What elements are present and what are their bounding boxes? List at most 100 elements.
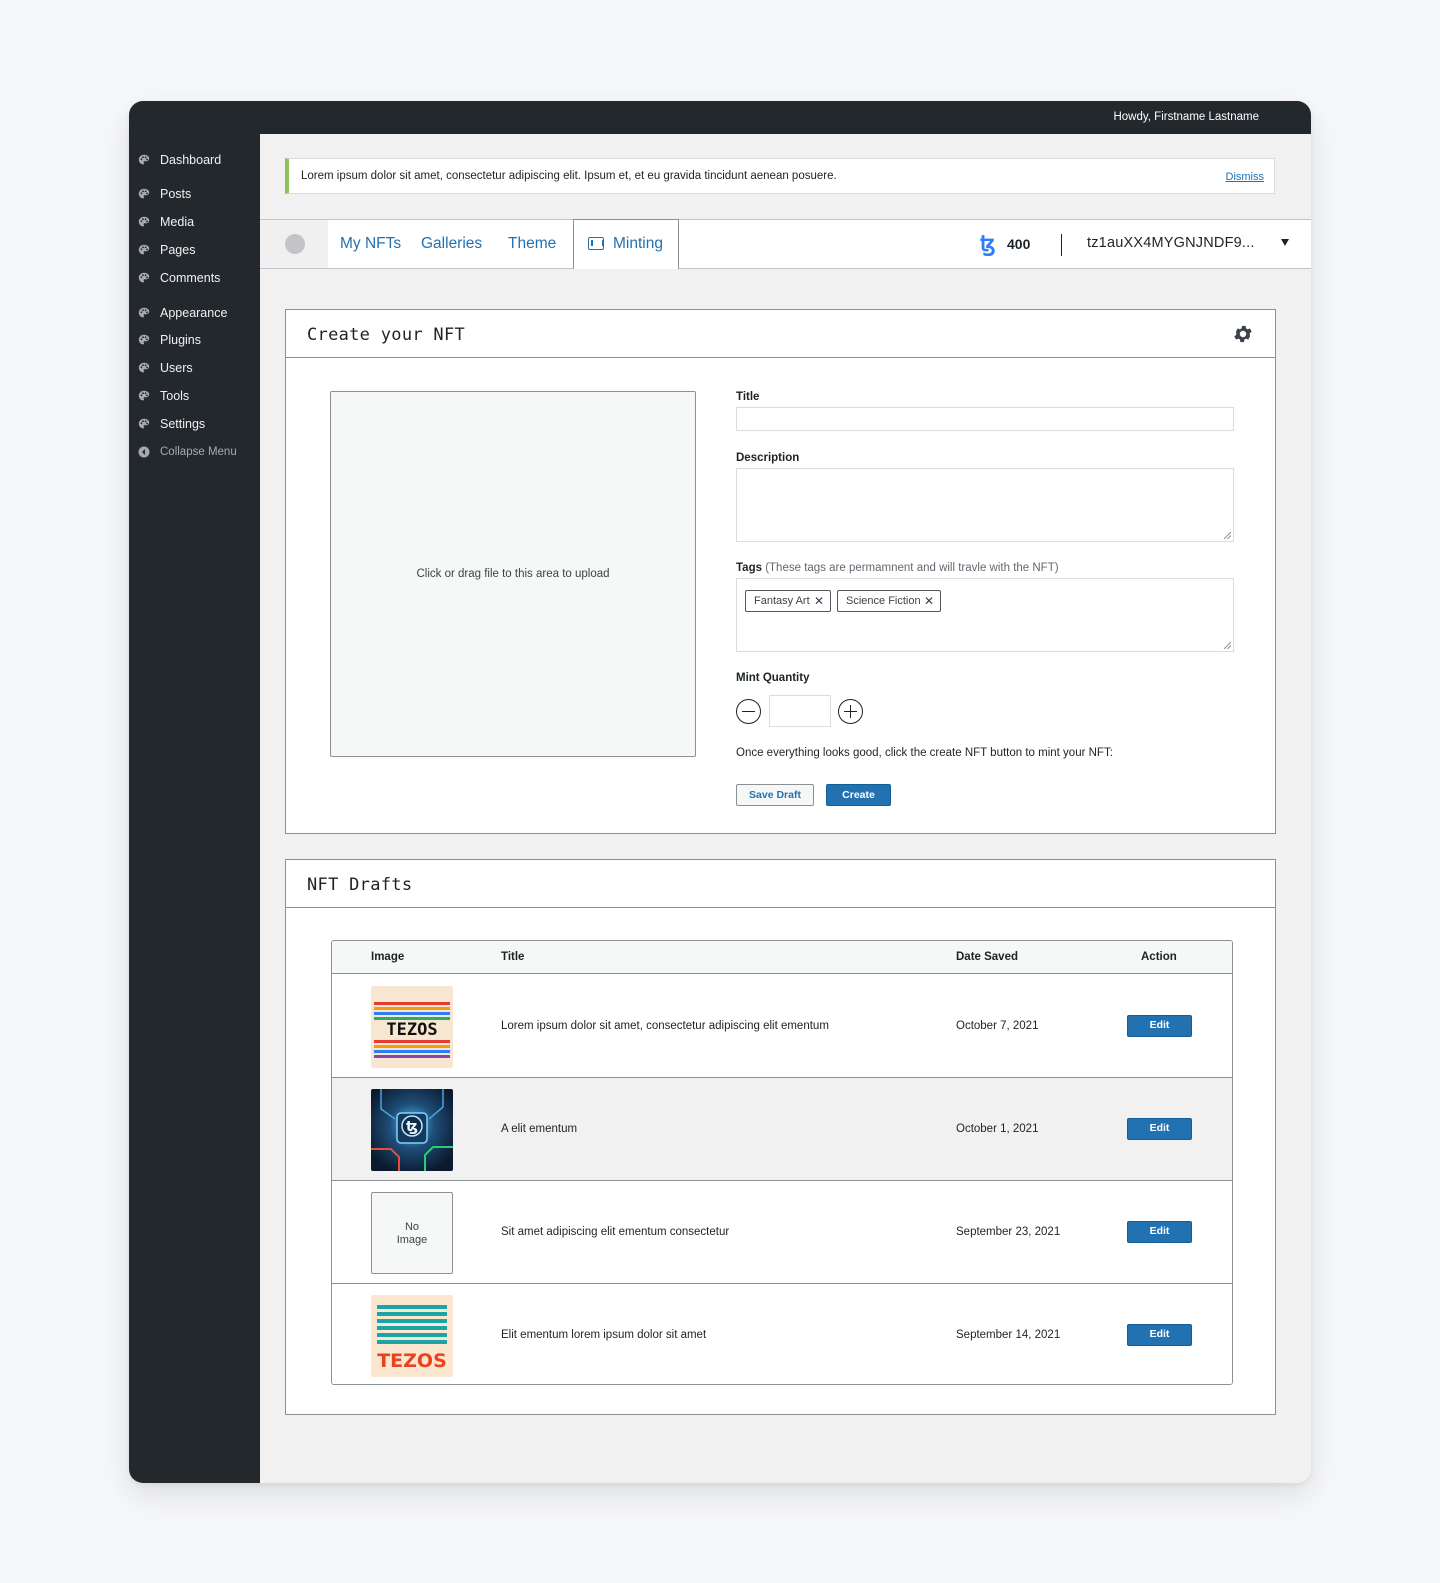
sidebar-item-tools[interactable]: Tools [138,387,189,405]
sidebar-item-label: Settings [160,417,206,431]
nft-nav-bar: My NFTs Galleries Theme Minting ꜩ 400 tz… [260,219,1311,269]
draft-date: September 14, 2021 [956,1329,1061,1341]
quantity-stepper[interactable] [769,695,831,727]
sidebar-item-media[interactable]: Media [138,213,194,231]
column-header-date: Date Saved [956,951,1019,963]
edit-button[interactable]: Edit [1127,1015,1192,1037]
palette-icon [138,272,150,283]
sidebar-item-comments[interactable]: Comments [138,269,220,287]
admin-notice: Lorem ipsum dolor sit amet, consectetur … [285,158,1275,194]
admin-sidebar: Dashboard Posts Media Pages Comments App… [129,134,260,1483]
dismiss-link[interactable]: Dismiss [1226,171,1265,183]
table-row: TEZOS Elit ementum lorem ipsum dolor sit… [332,1284,1232,1384]
panel-title: Create your NFT [307,325,466,345]
sidebar-item-users[interactable]: Users [138,359,193,377]
draft-date: October 1, 2021 [956,1123,1039,1135]
user-greeting[interactable]: Howdy, Firstname Lastname [1113,111,1259,123]
palette-icon [138,307,150,318]
tezos-balance: ꜩ 400 [980,232,1030,256]
tezos-circuit-board-thumbnail: ꜩ [371,1089,453,1171]
table-row: No Image Sit amet adipiscing elit ementu… [332,1181,1232,1284]
palette-icon [138,244,150,255]
save-draft-button[interactable]: Save Draft [736,784,814,806]
column-header-image: Image [371,951,405,963]
gear-icon[interactable] [1232,323,1254,345]
avatar-cell [260,220,328,268]
notice-text: Lorem ipsum dolor sit amet, consectetur … [301,170,837,182]
tags-input[interactable]: Fantasy Art ✕ Science Fiction ✕ [736,578,1234,652]
title-label: Title [736,391,760,403]
title-input[interactable] [736,407,1234,431]
decrement-button[interactable] [736,699,761,724]
sidebar-item-label: Tools [160,389,190,403]
sidebar-item-plugins[interactable]: Plugins [138,331,201,349]
palette-icon [138,362,150,373]
edit-button[interactable]: Edit [1127,1324,1192,1346]
no-image-placeholder: No Image [371,1192,453,1274]
tag-chip: Science Fiction ✕ [837,590,941,612]
resize-handle-icon[interactable] [1223,641,1231,649]
sidebar-item-posts[interactable]: Posts [138,185,191,203]
panel-header: NFT Drafts [286,860,1275,908]
main-content: Lorem ipsum dolor sit amet, consectetur … [260,134,1311,1483]
svg-text:TEZOS: TEZOS [386,1020,437,1040]
palette-icon [138,216,150,227]
minus-icon [742,710,755,712]
sidebar-item-label: Pages [160,243,196,257]
balance-amount: 400 [1007,236,1031,252]
edit-button[interactable]: Edit [1127,1118,1192,1140]
panel-header: Create your NFT [286,310,1275,358]
browser-window: Howdy, Firstname Lastname Dashboard Post… [129,101,1311,1483]
admin-bar: Howdy, Firstname Lastname [129,101,1311,134]
tab-galleries[interactable]: Galleries [421,235,482,253]
table-row: TEZOS Lorem ipsum dolor sit amet, consec… [332,975,1232,1078]
collapse-arrow-icon [138,446,150,458]
collapse-menu-label: Collapse Menu [160,446,237,458]
drafts-table: Image Title Date Saved Action TEZOS Lore… [331,940,1233,1385]
palette-icon [138,390,150,401]
draft-date: October 7, 2021 [956,1020,1039,1032]
tags-label-row: Tags (These tags are permamnent and will… [736,562,1059,574]
create-nft-panel: Create your NFT Click or drag file to th… [285,309,1276,834]
palette-icon [138,154,150,165]
sidebar-item-dashboard[interactable]: Dashboard [138,151,221,169]
close-icon[interactable]: ✕ [814,594,824,608]
description-textarea[interactable] [736,468,1234,542]
sidebar-item-pages[interactable]: Pages [138,241,195,259]
tezos-teal-stripes-thumbnail: TEZOS [371,1295,453,1377]
tag-chip: Fantasy Art ✕ [745,590,831,612]
collapse-menu-button[interactable]: Collapse Menu [138,443,237,461]
chevron-down-icon[interactable] [1281,239,1289,246]
close-icon[interactable]: ✕ [924,594,934,608]
tab-minting[interactable]: Minting [573,219,679,269]
edit-button[interactable]: Edit [1127,1221,1192,1243]
palette-icon [138,418,150,429]
increment-button[interactable] [838,699,863,724]
tab-theme[interactable]: Theme [508,235,556,253]
sidebar-item-label: Media [160,215,195,229]
tab-minting-label: Minting [613,235,663,252]
tezos-rainbow-stripes-thumbnail: TEZOS [371,986,453,1068]
table-row: ꜩ A elit ementum October 1, 2021 Edit [332,1078,1232,1181]
create-helper-text: Once everything looks good, click the cr… [736,747,1113,759]
draft-title: A elit ementum [501,1123,578,1135]
column-header-action: Action [1141,951,1177,963]
draft-title: Elit ementum lorem ipsum dolor sit amet [501,1329,707,1341]
draft-title: Sit amet adipiscing elit ementum consect… [501,1226,730,1238]
tag-label: Fantasy Art [754,595,810,607]
create-button[interactable]: Create [826,784,891,806]
tab-my-nfts[interactable]: My NFTs [340,235,401,253]
upload-dropzone[interactable]: Click or drag file to this area to uploa… [330,391,696,757]
palette-icon [138,334,150,345]
sidebar-item-label: Posts [160,187,192,201]
sidebar-item-settings[interactable]: Settings [138,415,205,433]
mint-quantity-label: Mint Quantity [736,672,810,684]
resize-handle-icon[interactable] [1223,531,1231,539]
wallet-address[interactable]: tz1auXX4MYGNJNDF9... [1087,235,1255,251]
draft-title: Lorem ipsum dolor sit amet, consectetur … [501,1020,829,1032]
svg-text:TEZOS: TEZOS [377,1350,447,1372]
sidebar-item-label: Appearance [160,306,228,320]
sidebar-item-appearance[interactable]: Appearance [138,304,227,322]
avatar[interactable] [285,234,305,254]
tag-label: Science Fiction [846,595,921,607]
